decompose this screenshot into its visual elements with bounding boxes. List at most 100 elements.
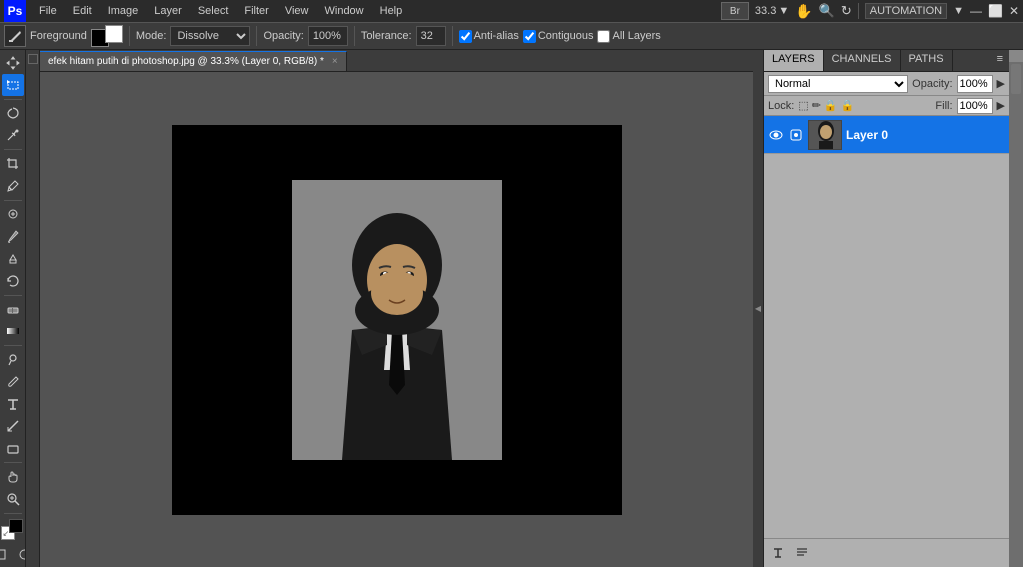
canvas-background[interactable] [40,72,753,567]
tool-preset-icon[interactable] [28,54,38,64]
tab-title: efek hitam putih di photoshop.jpg @ 33.3… [48,56,324,67]
tolerance-label: Tolerance: [361,30,412,42]
type-tool[interactable] [2,394,24,415]
quick-mask[interactable] [14,543,27,565]
paths-panel-tab[interactable]: PATHS [901,50,953,71]
tolerance-input[interactable] [416,26,446,46]
fill-input[interactable] [957,98,993,114]
contiguous-label[interactable]: Contiguous [523,30,594,43]
contiguous-checkbox[interactable] [523,30,536,43]
scrollbar-up[interactable] [1009,50,1023,62]
right-panel: LAYERS CHANNELS PATHS ≡ Normal Opacity: … [763,50,1009,567]
menu-view[interactable]: View [278,3,316,19]
lock-all-icon[interactable]: 🔒 [841,99,855,112]
fill-arrow[interactable]: ▶ [997,99,1005,112]
opacity-label: Opacity: [263,30,303,42]
marquee-tool[interactable] [2,74,24,95]
panel-options-arrow[interactable]: ≡ [991,50,1009,71]
layer-0-item[interactable]: Layer 0 [764,116,1009,154]
scrollbar-thumb[interactable] [1011,64,1021,94]
move-tool[interactable] [2,52,24,73]
workspace-label[interactable]: AUTOMATION [865,3,947,19]
all-layers-label[interactable]: All Layers [597,30,660,43]
color-swatch-container[interactable] [91,25,123,47]
minimize-btn[interactable]: — [970,4,982,18]
document-tab[interactable]: efek hitam putih di photoshop.jpg @ 33.3… [40,51,347,71]
lock-pixels-icon[interactable]: ⬚ [798,99,808,112]
channels-panel-tab[interactable]: CHANNELS [824,50,901,71]
layer-0-properties [788,120,804,150]
crop-tool[interactable] [2,153,24,174]
current-tool-icon [4,25,26,47]
right-scrollbar[interactable] [1009,50,1023,567]
text-layer-icon[interactable] [768,543,788,563]
pan-tool-icon[interactable]: ✋ [795,3,812,20]
toolbar-divider-1 [129,26,130,46]
toolbox: ↙ [0,50,26,567]
menu-bar: Ps File Edit Image Layer Select Filter V… [0,0,1023,22]
menu-file[interactable]: File [32,3,64,19]
tool-sep-7 [4,513,22,514]
layer-0-visibility[interactable] [768,127,784,143]
eyedropper-tool[interactable] [2,175,24,196]
panel-collapse-handle[interactable]: ◀ [753,50,763,567]
menu-help[interactable]: Help [373,3,410,19]
canvas-area: efek hitam putih di photoshop.jpg @ 33.3… [40,50,753,567]
gradient-tool[interactable] [2,321,24,342]
tool-sep-2 [4,149,22,150]
lock-move-icon[interactable]: 🔒 [824,99,838,112]
menu-window[interactable]: Window [318,3,371,19]
anti-alias-label[interactable]: Anti-alias [459,30,519,43]
menu-layer[interactable]: Layer [147,3,189,19]
photo-area [292,180,502,460]
menu-image[interactable]: Image [101,3,146,19]
opacity-input[interactable] [308,26,348,46]
mode-select[interactable]: Dissolve [170,26,250,46]
eraser-tool[interactable] [2,299,24,320]
maximize-btn[interactable]: ⬜ [988,4,1003,18]
pen-tool[interactable] [2,371,24,392]
opacity-input-panel[interactable] [957,75,993,93]
menu-filter[interactable]: Filter [237,3,275,19]
shape-tool[interactable] [2,438,24,459]
rotate-icon[interactable]: ↻ [841,3,852,19]
menu-edit[interactable]: Edit [66,3,99,19]
tool-sep-1 [4,99,22,100]
anti-alias-checkbox[interactable] [459,30,472,43]
fg-bg-color-picker[interactable]: ↙ [1,519,25,540]
quick-mask-tools [0,543,26,565]
ps-logo: Ps [4,0,26,22]
tab-close-button[interactable]: × [332,56,338,67]
layers-list: Layer 0 [764,116,1009,538]
bridge-icon[interactable]: Br [721,2,749,20]
lock-position-icon[interactable]: ✏ [812,99,821,112]
dodge-tool[interactable] [2,349,24,370]
zoom-tool-icon[interactable]: 🔍 [819,3,835,19]
tool-name-label: Foreground [30,30,87,42]
lasso-tool[interactable] [2,103,24,124]
layers-panel-tab[interactable]: LAYERS [764,50,824,71]
fill-label: Fill: [935,100,952,112]
standard-mode[interactable] [0,543,12,565]
magic-wand-tool[interactable] [2,125,24,146]
close-btn[interactable]: ✕ [1009,4,1019,18]
opacity-arrow[interactable]: ▶ [997,77,1005,90]
paragraph-icon[interactable] [792,543,812,563]
canvas-content [172,125,622,515]
history-tool[interactable] [2,270,24,291]
toolbar-divider-2 [256,26,257,46]
lock-bar: Lock: ⬚ ✏ 🔒 🔒 Fill: ▶ [764,96,1009,116]
clone-tool[interactable] [2,248,24,269]
path-select-tool[interactable] [2,416,24,437]
zoom-control: 33.3 ▼ [755,5,789,17]
heal-tool[interactable] [2,204,24,225]
brush-tool[interactable] [2,226,24,247]
blend-mode-select[interactable]: Normal [768,75,908,93]
all-layers-checkbox[interactable] [597,30,610,43]
lock-icons-group: ⬚ ✏ 🔒 🔒 [798,99,854,112]
tab-bar: efek hitam putih di photoshop.jpg @ 33.3… [40,50,753,72]
menu-select[interactable]: Select [191,3,236,19]
workspace-arrow[interactable]: ▼ [953,5,964,17]
zoom-tool[interactable] [2,489,24,510]
hand-tool[interactable] [2,466,24,487]
